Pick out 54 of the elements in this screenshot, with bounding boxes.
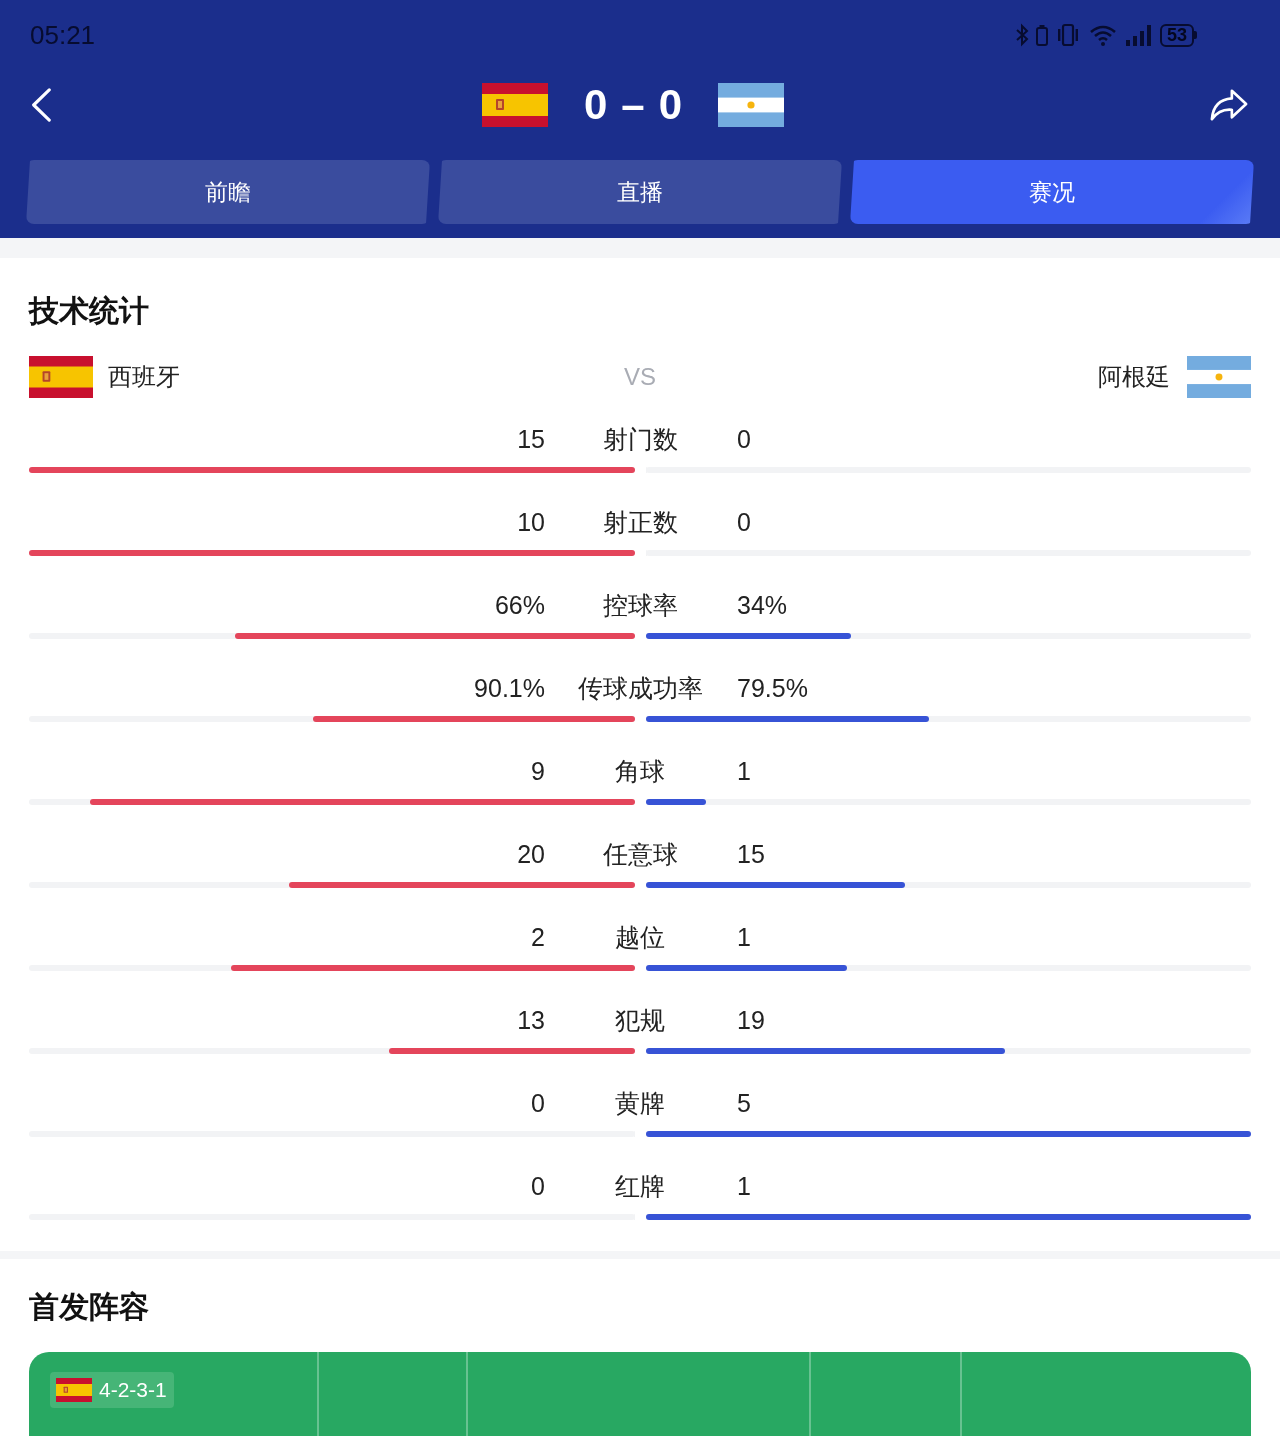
away-stat-value: 1	[737, 922, 751, 952]
stat-label: 犯规	[615, 1004, 665, 1036]
battery-indicator: 53	[1159, 23, 1197, 47]
stat-label: 黄牌	[615, 1087, 665, 1119]
home-stat-value: 0	[531, 1088, 545, 1118]
home-stat-value: 15	[517, 424, 545, 454]
home-stat-value: 66%	[494, 590, 545, 620]
home-stat-value: 9	[531, 756, 545, 786]
signal-icon	[1124, 24, 1153, 46]
spain-flag-icon	[481, 83, 548, 127]
stat-label: 越位	[615, 921, 665, 953]
team-name: 阿根廷	[1098, 362, 1170, 392]
away-stat-value: 5	[737, 1088, 751, 1118]
spain-flag-icon	[29, 356, 93, 398]
formation-text: 4-2-3-1	[99, 1378, 167, 1402]
stat-label: 红牌	[615, 1170, 665, 1202]
tab[interactable]: 前瞻	[26, 160, 430, 224]
away-stat-value: 1	[737, 756, 751, 786]
share-icon[interactable]	[1210, 88, 1248, 122]
bluetooth-icon	[1014, 23, 1029, 47]
score-separator: –	[621, 81, 645, 129]
away-stat-value: 34%	[737, 590, 788, 620]
away-stat-value: 0	[737, 424, 751, 454]
stat-label: 控球率	[602, 589, 678, 621]
stat-label: 传球成功率	[577, 672, 703, 704]
section-title: 技术统计	[29, 293, 149, 329]
stat-label: 任意球	[602, 838, 678, 870]
back-icon[interactable]	[30, 88, 52, 122]
home-stat-value: 20	[517, 839, 545, 869]
status-time: 05:21	[30, 19, 96, 51]
home-stat-value: 90.1%	[474, 673, 545, 703]
stat-label: 射正数	[602, 506, 678, 538]
stat-label: 角球	[615, 755, 665, 787]
section-title: 首发阵容	[29, 1289, 149, 1325]
away-score: 0	[658, 81, 683, 129]
argentina-flag-icon	[1187, 356, 1251, 398]
home-stat-value: 10	[517, 507, 545, 537]
home-stat-value: 2	[531, 922, 545, 952]
away-stat-value: 19	[737, 1005, 765, 1035]
away-stat-value: 0	[737, 507, 751, 537]
away-stat-value: 1	[737, 1171, 751, 1201]
stat-label: 射门数	[602, 423, 678, 455]
battery-icon	[1035, 24, 1048, 46]
home-score: 0	[583, 81, 608, 129]
away-stat-value: 15	[737, 839, 765, 869]
argentina-flag-icon	[718, 83, 785, 127]
team-name: 西班牙	[108, 362, 180, 392]
tab[interactable]: 直播	[438, 160, 842, 224]
tab[interactable]: 赛况	[850, 160, 1254, 224]
home-stat-value: 13	[517, 1005, 545, 1035]
spain-flag-icon	[56, 1378, 92, 1402]
versus-label: VS	[624, 363, 656, 391]
away-stat-value: 79.5%	[737, 673, 808, 703]
home-stat-value: 0	[531, 1171, 545, 1201]
